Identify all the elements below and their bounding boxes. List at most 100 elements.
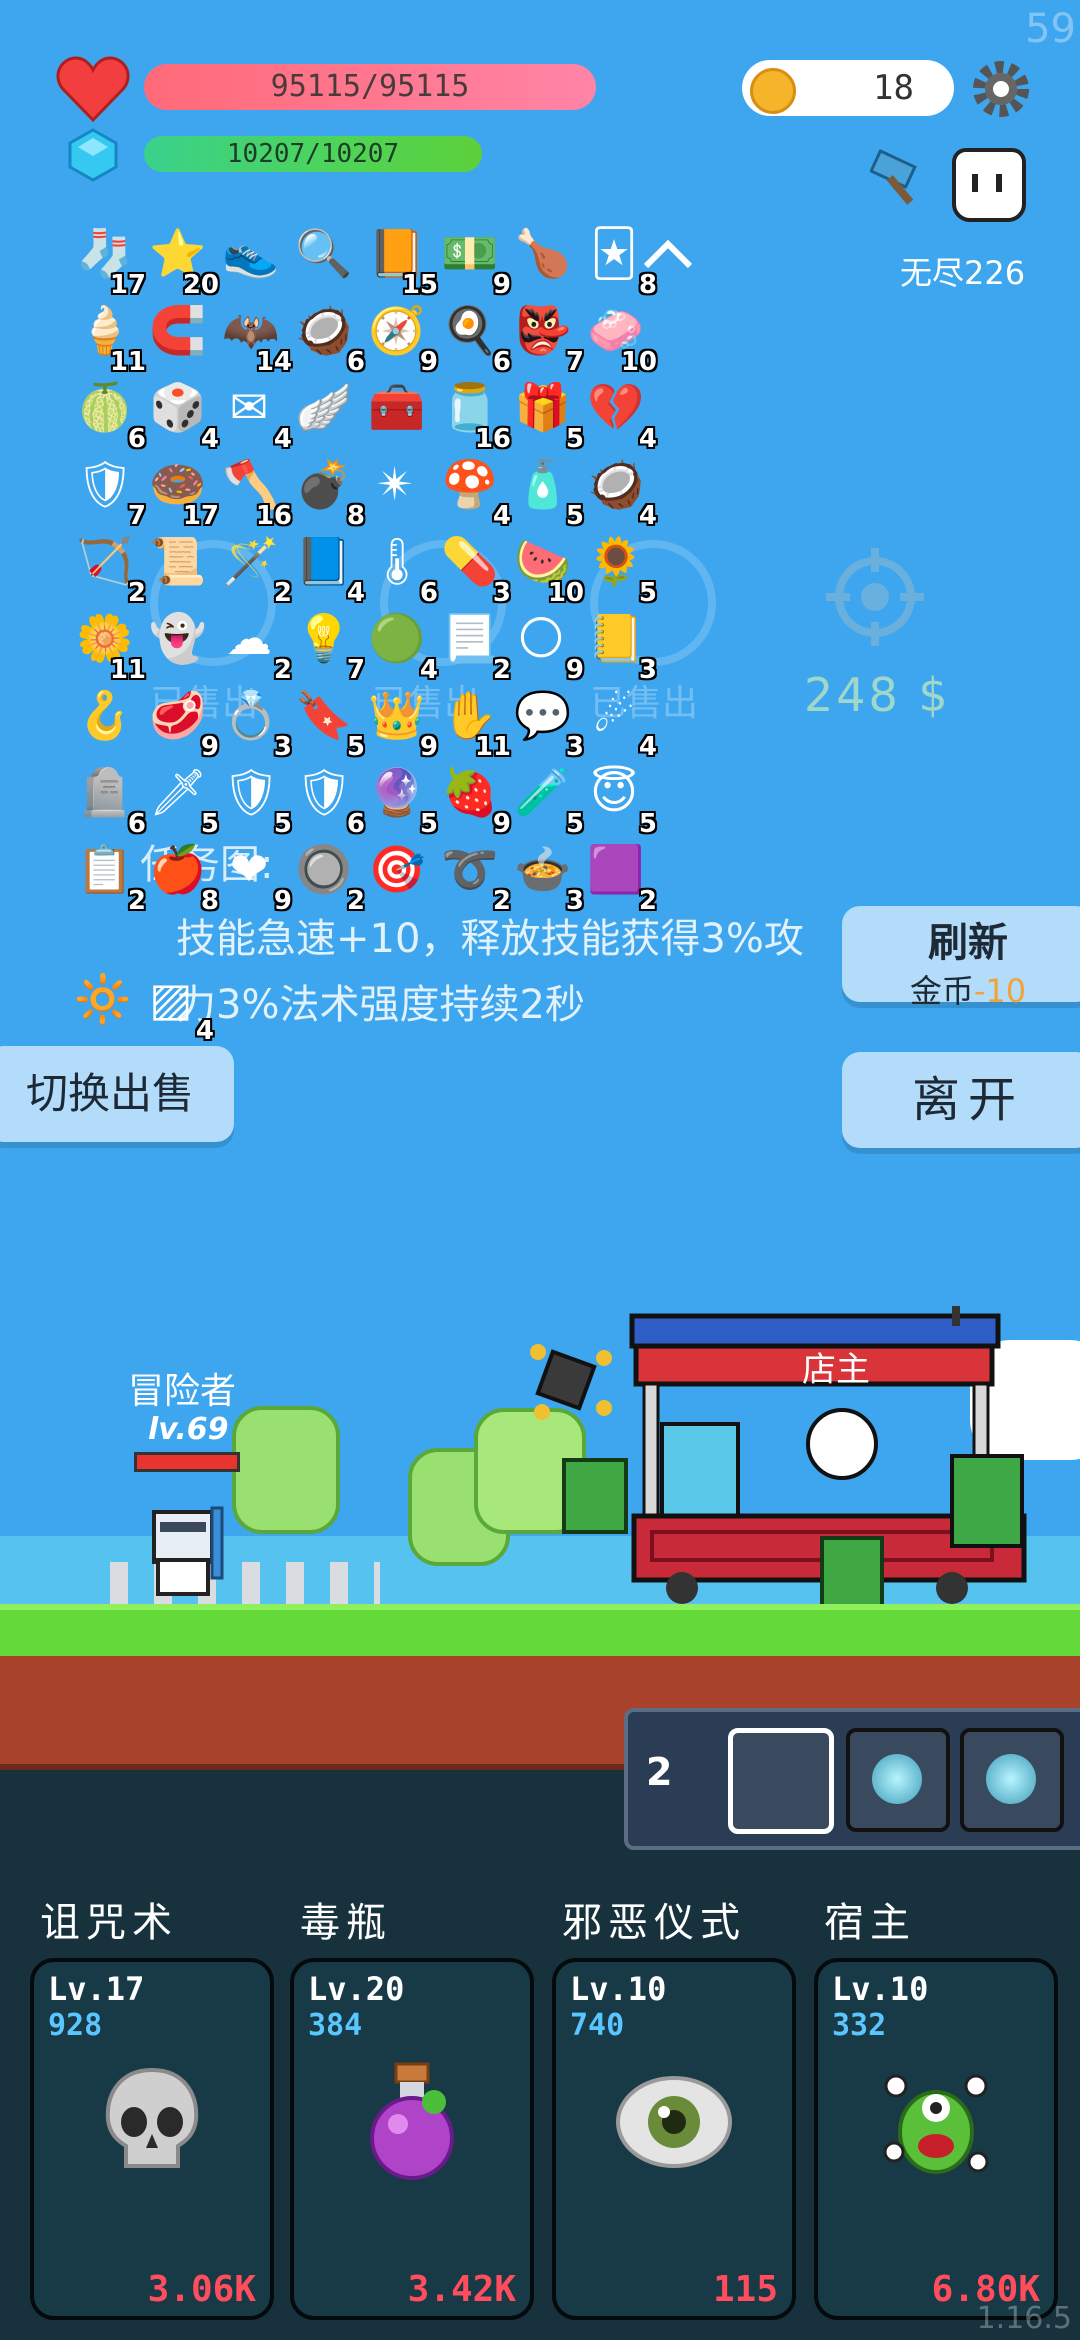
collapse-arrow-icon[interactable] xyxy=(640,236,696,272)
skill-card[interactable]: Lv.20 384 3.42K xyxy=(290,1958,534,2320)
item-count: 20 xyxy=(182,270,219,300)
inventory-item[interactable]: 🛡 7 xyxy=(70,453,146,531)
inventory-item[interactable]: ⭐ 20 xyxy=(143,222,219,300)
inventory-item[interactable]: 🌻 5 xyxy=(581,530,657,608)
inventory-item[interactable]: 🪽 xyxy=(289,376,361,448)
inventory-item[interactable]: 📙 15 xyxy=(362,222,438,300)
inventory-item[interactable]: ✉ 4 xyxy=(216,376,292,454)
inventory-item[interactable]: ☁ 2 xyxy=(216,607,292,685)
item-count: 10 xyxy=(547,578,584,608)
inventory-item[interactable]: ☄ 4 xyxy=(581,684,657,762)
inventory-item[interactable]: 👺 7 xyxy=(508,299,584,377)
inventory-item[interactable]: 🍎 8 xyxy=(143,838,219,916)
inventory-item[interactable]: 💊 3 xyxy=(435,530,511,608)
inventory-item[interactable]: 👟 xyxy=(216,222,288,294)
inventory-item[interactable]: ➰ 2 xyxy=(435,838,511,916)
inventory-item[interactable]: 🧪 5 xyxy=(508,761,584,839)
skill-card[interactable]: Lv.10 740 115 xyxy=(552,1958,796,2320)
inventory-item[interactable]: ✴ xyxy=(362,453,434,525)
inventory-item[interactable]: 🧴 5 xyxy=(508,453,584,531)
skill-slot-empty[interactable] xyxy=(728,1728,834,1834)
inventory-item[interactable]: ❤ 9 xyxy=(216,838,292,916)
inventory-item[interactable]: 🍳 6 xyxy=(435,299,511,377)
refresh-button[interactable]: 刷新 金币-10 xyxy=(842,906,1080,1010)
inventory-item[interactable]: 🛡 5 xyxy=(216,761,292,839)
inventory-item[interactable]: 🍗 xyxy=(508,222,580,294)
noose-icon: ➰ xyxy=(441,842,499,896)
skill-card[interactable]: Lv.17 928 3.06K xyxy=(30,1958,274,2320)
sunflower-icon: 🌻 xyxy=(587,534,645,588)
inventory-item[interactable]: 👻 xyxy=(143,607,215,679)
skill-card[interactable]: Lv.10 332 6.80K xyxy=(814,1958,1058,2320)
gear-icon[interactable] xyxy=(970,58,1032,120)
inventory-item[interactable]: 💍 3 xyxy=(216,684,292,762)
inventory-item[interactable]: 🍲 3 xyxy=(508,838,584,916)
inventory-item[interactable]: 🎲 4 xyxy=(143,376,219,454)
inventory-item[interactable]: 🫙 16 xyxy=(435,376,511,454)
inventory-item[interactable]: 🔮 5 xyxy=(362,761,438,839)
inventory-item[interactable]: 💡 7 xyxy=(289,607,365,685)
inventory-item[interactable]: 🍉 10 xyxy=(508,530,584,608)
spray-bottle-icon: 🧴 xyxy=(514,457,572,511)
inventory-item[interactable]: 🟪 2 xyxy=(581,838,657,916)
inventory-item[interactable]: 🪝 xyxy=(70,684,142,756)
inventory-item[interactable]: 💣 8 xyxy=(289,453,365,531)
glowing-bulb-icon: 🔆 xyxy=(74,972,132,1026)
slot-count: 2 xyxy=(646,1750,673,1794)
inventory-item[interactable]: 📃 2 xyxy=(435,607,511,685)
leave-button[interactable]: 离开 xyxy=(842,1052,1080,1148)
inventory-item[interactable]: 📋 2 xyxy=(70,838,146,916)
inventory-item[interactable]: 🪓 16 xyxy=(216,453,292,531)
inventory-item[interactable]: 🧲 xyxy=(143,299,215,371)
inventory-item[interactable]: 🍄 4 xyxy=(435,453,511,531)
inventory-item[interactable]: 🌼 11 xyxy=(70,607,146,685)
inventory-item[interactable]: 🎯 xyxy=(362,838,434,910)
inventory-item[interactable]: 🥩 9 xyxy=(143,684,219,762)
inventory-item[interactable]: 🧼 10 xyxy=(581,299,657,377)
inventory-item[interactable]: 🪦 6 xyxy=(70,761,146,839)
inventory-item[interactable]: 💵 9 xyxy=(435,222,511,300)
note-icon: 📒 xyxy=(587,611,645,665)
inventory-item[interactable]: 💔 4 xyxy=(581,376,657,454)
inventory-item[interactable]: 📜 xyxy=(143,530,215,602)
inventory-item[interactable]: 🪄 2 xyxy=(216,530,292,608)
egg-icon: 🍳 xyxy=(441,303,499,357)
inventory-item[interactable]: 🥥 6 xyxy=(289,299,365,377)
inventory-item[interactable]: ✋ 11 xyxy=(435,684,511,762)
inventory-item[interactable]: 📒 3 xyxy=(581,607,657,685)
inventory-item[interactable]: 🎁 5 xyxy=(508,376,584,454)
inventory-item[interactable]: 👑 9 xyxy=(362,684,438,762)
inventory-item[interactable]: 🌕 9 xyxy=(508,607,584,685)
skill-slot-potion-2[interactable] xyxy=(960,1728,1064,1832)
inventory-item[interactable]: 🗡 5 xyxy=(143,761,219,839)
inventory-item[interactable]: 🔘 2 xyxy=(289,838,365,916)
inventory-item[interactable]: 🛡 6 xyxy=(289,761,365,839)
hammer-icon xyxy=(869,148,930,208)
refresh-cost: -10 xyxy=(973,972,1027,1010)
inventory-item[interactable]: 🥥 4 xyxy=(581,453,657,531)
item-count: 4 xyxy=(638,424,657,454)
inventory-item[interactable]: 🍓 9 xyxy=(435,761,511,839)
inventory-item[interactable]: 🌡 6 xyxy=(362,530,438,608)
inventory-item[interactable]: 😇 5 xyxy=(581,761,657,839)
inventory-item[interactable]: 🍦 11 xyxy=(70,299,146,377)
inventory-item[interactable]: 🍩 17 xyxy=(143,453,219,531)
inventory-item[interactable]: ▨ 4 xyxy=(138,968,214,1046)
inventory-item[interactable]: 🦇 14 xyxy=(216,299,292,377)
inventory-item[interactable]: 🟢 4 xyxy=(362,607,438,685)
inventory-item[interactable]: 🔖 5 xyxy=(289,684,365,762)
inventory-item[interactable]: 🔍 xyxy=(289,222,361,294)
inventory-item[interactable]: 💬 3 xyxy=(508,684,584,762)
inventory-item[interactable]: 🧰 xyxy=(362,376,434,448)
inventory-item[interactable]: 🧭 9 xyxy=(362,299,438,377)
inventory-item[interactable]: 📘 4 xyxy=(289,530,365,608)
switch-sell-button[interactable]: 切换出售 xyxy=(0,1046,234,1142)
skill-level: Lv.10 xyxy=(570,1970,667,2008)
inventory-item[interactable]: 🧦 17 xyxy=(70,222,146,300)
skill-slot-potion-1[interactable] xyxy=(846,1728,950,1832)
inventory-item[interactable]: 🍈 6 xyxy=(70,376,146,454)
skill-price: 115 xyxy=(712,2269,778,2310)
goblin-icon: 👺 xyxy=(514,303,572,357)
inventory-item[interactable]: 🔆 xyxy=(68,968,140,1040)
inventory-item[interactable]: 🏹 2 xyxy=(70,530,146,608)
